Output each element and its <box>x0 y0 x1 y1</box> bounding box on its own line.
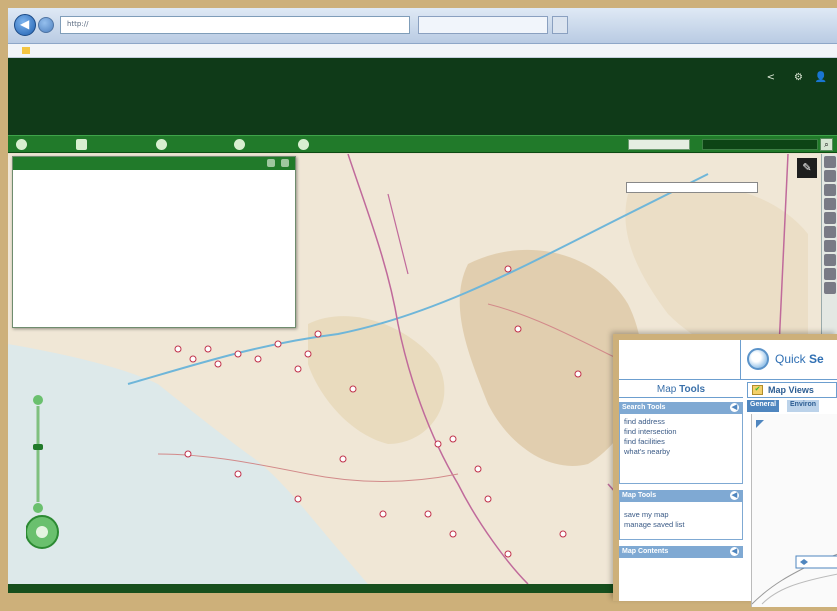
list-item[interactable]: find address <box>624 417 738 427</box>
user-icon[interactable]: 👤 <box>815 72 827 83</box>
toolbar-item-3[interactable] <box>156 139 171 150</box>
magnifier-icon: ⌕ <box>824 140 829 149</box>
toolbar-item-4[interactable] <box>234 139 249 150</box>
tree-panel-header <box>13 157 295 170</box>
address-bar[interactable]: http:// <box>60 16 410 34</box>
legend-tree-panel <box>12 156 296 328</box>
zoom-slider-handle <box>33 444 43 450</box>
search-tools-header[interactable]: Search Tools ◀ <box>619 402 743 414</box>
collapse-icon[interactable]: ◀ <box>730 403 739 412</box>
favorites-star-icon <box>22 46 30 54</box>
measure-tool-button[interactable]: ✎ <box>797 158 817 178</box>
ruler-icon: ✎ <box>802 161 812 174</box>
main-toolbar: ⌕ <box>8 135 837 153</box>
back-button[interactable]: ◀ <box>14 14 36 36</box>
overlay-header: Quick Se <box>619 340 837 380</box>
browser-tab[interactable] <box>418 16 548 34</box>
identify-tool-icon[interactable] <box>824 226 836 238</box>
list-item[interactable]: save my map <box>624 510 738 520</box>
info-tool-icon[interactable] <box>824 212 836 224</box>
list-item[interactable]: find intersection <box>624 427 738 437</box>
collapse-icon[interactable]: ◀ <box>730 491 739 500</box>
map-tools-list: save my map manage saved list <box>619 502 743 540</box>
share-icon[interactable]: < <box>767 72 775 83</box>
back-arrow-icon: ◀ <box>20 17 30 31</box>
zoom-out-tool-icon[interactable] <box>824 184 836 196</box>
overlay-screenshot: Quick Se Map Tools ✔ Map Views Search To… <box>613 334 837 607</box>
forward-button[interactable] <box>38 17 54 33</box>
pan-tool-icon[interactable] <box>824 198 836 210</box>
collapse-icon[interactable]: ◀ <box>730 547 739 556</box>
map-contents-header[interactable]: Map Contents ◀ <box>619 546 743 558</box>
export-tool-icon[interactable] <box>824 268 836 280</box>
list-item[interactable]: what's nearby <box>624 447 738 457</box>
zoom-in-tool-icon[interactable] <box>824 170 836 182</box>
overlay-map[interactable] <box>751 414 837 607</box>
globe-icon <box>156 139 167 150</box>
map-tools-section-header[interactable]: Map Tools ◀ <box>619 490 743 502</box>
zoom-control[interactable] <box>26 384 66 554</box>
search-input[interactable] <box>702 139 818 150</box>
template-icon <box>76 139 87 150</box>
zoom-out-icon <box>33 503 43 513</box>
print-tool-icon[interactable] <box>824 254 836 266</box>
gear-icon[interactable]: ⚙ <box>794 72 803 83</box>
toolbar-item-1[interactable] <box>16 139 31 150</box>
list-item[interactable]: manage saved list <box>624 520 738 530</box>
layer-tree <box>13 170 295 182</box>
close-icon[interactable] <box>281 159 289 167</box>
overlay-map-graphics <box>751 420 837 605</box>
heart-icon <box>298 139 309 150</box>
favorites-bar <box>8 44 837 58</box>
layers-icon <box>16 139 27 150</box>
pin-icon[interactable] <box>267 159 275 167</box>
draw-tool-icon[interactable] <box>824 240 836 252</box>
tab-general[interactable]: General <box>747 400 780 412</box>
tab-environ[interactable]: Environ <box>787 400 820 412</box>
search-icon <box>234 139 245 150</box>
map-tools-title: Map Tools <box>619 382 743 398</box>
app-header: < ⚙ 👤 <box>8 58 837 135</box>
zoom-in-icon <box>33 395 43 405</box>
lightning-search-icon <box>747 348 769 370</box>
search-tools-list: find address find intersection find faci… <box>619 414 743 484</box>
browser-chrome: ◀ http:// <box>8 8 837 44</box>
overlay-tabs: General Environ <box>747 400 837 412</box>
layers-tool-icon[interactable] <box>824 282 836 294</box>
search-button[interactable]: ⌕ <box>820 138 833 151</box>
list-item[interactable]: find facilities <box>624 437 738 447</box>
layer-select[interactable] <box>626 182 758 193</box>
toolbar-item-2[interactable] <box>76 139 91 150</box>
quick-search-title[interactable]: Quick Se <box>775 352 824 366</box>
select-tool-icon[interactable] <box>824 156 836 168</box>
basemap-select[interactable] <box>628 139 690 150</box>
checkbox-icon: ✔ <box>752 385 763 395</box>
toolbar-item-5[interactable] <box>298 139 313 150</box>
map-views-header[interactable]: ✔ Map Views <box>747 382 837 398</box>
new-tab-button[interactable] <box>552 16 568 34</box>
